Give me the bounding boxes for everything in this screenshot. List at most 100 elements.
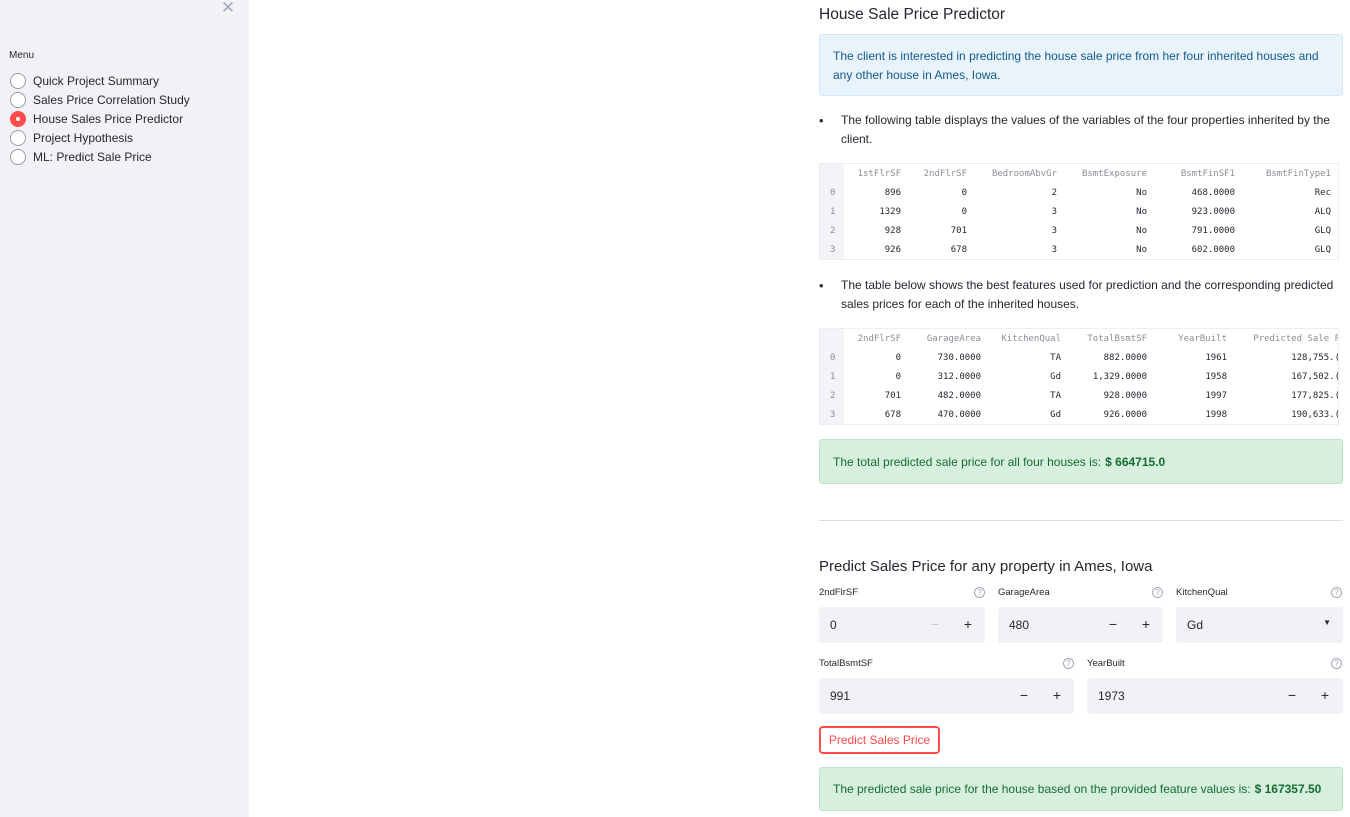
- column-header[interactable]: GarageArea: [910, 329, 990, 348]
- number-input-value[interactable]: 0: [830, 618, 837, 632]
- totalbsmtsf-number-input[interactable]: 991 − +: [819, 678, 1074, 714]
- column-header[interactable]: 1stFlrSF: [844, 164, 910, 183]
- number-input-value[interactable]: 991: [830, 689, 850, 703]
- 2ndflrsf-number-input[interactable]: 0 − +: [819, 607, 985, 643]
- table-cell: 926: [884, 244, 901, 255]
- table-cell: 882.0000: [1103, 352, 1147, 363]
- table-cell: 1329: [879, 206, 901, 217]
- row-index: 3: [820, 240, 844, 259]
- minus-icon[interactable]: −: [1017, 687, 1031, 703]
- table-cell: 678: [950, 244, 967, 255]
- number-input-value[interactable]: 480: [1009, 618, 1029, 632]
- prediction-result-text: The predicted sale price for the house b…: [833, 782, 1251, 796]
- menu-item-label: ML: Predict Sale Price: [33, 149, 152, 164]
- plus-icon[interactable]: +: [1318, 687, 1332, 703]
- close-icon[interactable]: ✕: [219, 0, 237, 18]
- table-cell: 730.0000: [937, 352, 981, 363]
- column-header[interactable]: TotalBsmtSF: [1070, 329, 1156, 348]
- table-cell: 678: [884, 409, 901, 420]
- bullet-text: The table below shows the best features …: [819, 276, 1343, 314]
- select-value[interactable]: Gd: [1187, 618, 1203, 632]
- table-header-row: 1stFlrSF 2ndFlrSF BedroomAbvGr BsmtExpos…: [820, 164, 1338, 183]
- menu-item-label: House Sales Price Predictor: [33, 111, 184, 126]
- kitchenqual-select[interactable]: Gd ▼: [1176, 607, 1343, 643]
- plus-icon[interactable]: +: [1050, 687, 1064, 703]
- table-cell: No: [1136, 244, 1147, 255]
- help-icon[interactable]: ?: [1152, 587, 1163, 598]
- table-header-row: 2ndFlrSF GarageArea KitchenQual TotalBsm…: [820, 329, 1338, 348]
- column-header[interactable]: BsmtExposure: [1066, 164, 1156, 183]
- table-cell: No: [1136, 206, 1147, 217]
- inherited-houses-table[interactable]: 1stFlrSF 2ndFlrSF BedroomAbvGr BsmtExpos…: [819, 163, 1339, 260]
- table-cell: GLQ: [1314, 225, 1331, 236]
- menu-item-quick-project-summary[interactable]: Quick Project Summary: [10, 71, 190, 90]
- column-header[interactable]: BsmtFinType1: [1244, 164, 1338, 183]
- bullet-text: The following table displays the values …: [819, 111, 1343, 149]
- info-box: The client is interested in predicting t…: [819, 34, 1343, 96]
- table-cell: 791.0000: [1191, 225, 1235, 236]
- table-cell: 1961: [1205, 352, 1227, 363]
- table-cell: Rec: [1314, 187, 1331, 198]
- row-index: 1: [820, 202, 844, 221]
- table-cell: Gd: [1050, 409, 1061, 420]
- row-index: 3: [820, 405, 844, 424]
- table-row: 3 926 678 3 No 602.0000 GLQ: [820, 240, 1338, 259]
- predictions-table[interactable]: 2ndFlrSF GarageArea KitchenQual TotalBsm…: [819, 328, 1339, 425]
- menu-item-ml-predict-sale-price[interactable]: ML: Predict Sale Price: [10, 147, 190, 166]
- column-header[interactable]: Predicted Sale P: [1236, 329, 1338, 348]
- table-cell: 1958: [1205, 371, 1227, 382]
- section-subheader: Predict Sales Price for any property in …: [819, 558, 1153, 575]
- table-cell: 701: [950, 225, 967, 236]
- table-cell: 896: [884, 187, 901, 198]
- help-icon[interactable]: ?: [974, 587, 985, 598]
- table-row: 2 928 701 3 No 791.0000 GLQ: [820, 221, 1338, 240]
- table-cell: 470.0000: [937, 409, 981, 420]
- total-prediction-value: $ 664715.0: [1105, 454, 1166, 469]
- table-cell: 3: [1051, 206, 1057, 217]
- table-cell: ALQ: [1314, 206, 1331, 217]
- radio-icon[interactable]: [10, 72, 26, 89]
- table-cell: 926.0000: [1103, 409, 1147, 420]
- plus-icon[interactable]: +: [1139, 616, 1153, 632]
- help-icon[interactable]: ?: [1331, 587, 1342, 598]
- predict-sales-price-button[interactable]: Predict Sales Price: [819, 726, 940, 754]
- yearbuilt-number-input[interactable]: 1973 − +: [1087, 678, 1343, 714]
- column-header[interactable]: 2ndFlrSF: [910, 164, 976, 183]
- column-header[interactable]: YearBuilt: [1156, 329, 1236, 348]
- table-cell: 928: [884, 225, 901, 236]
- page-title: House Sale Price Predictor: [819, 6, 1006, 23]
- menu-item-project-hypothesis[interactable]: Project Hypothesis: [10, 128, 190, 147]
- minus-icon[interactable]: −: [928, 616, 942, 632]
- table-cell: No: [1136, 225, 1147, 236]
- radio-selected-icon[interactable]: [10, 110, 26, 127]
- table-cell: 0: [961, 206, 967, 217]
- column-header[interactable]: 2ndFlrSF: [844, 329, 910, 348]
- plus-icon[interactable]: +: [961, 616, 975, 632]
- table-cell: 128,755.(: [1291, 352, 1339, 363]
- table-cell: 0: [961, 187, 967, 198]
- garagearea-number-input[interactable]: 480 − +: [998, 607, 1163, 643]
- help-icon[interactable]: ?: [1063, 658, 1074, 669]
- column-header[interactable]: KitchenQual: [990, 329, 1070, 348]
- chevron-down-icon[interactable]: ▼: [1323, 618, 1331, 627]
- minus-icon[interactable]: −: [1106, 616, 1120, 632]
- radio-icon[interactable]: [10, 129, 26, 146]
- column-header[interactable]: BedroomAbvGr: [976, 164, 1066, 183]
- menu-item-sales-price-correlation-study[interactable]: Sales Price Correlation Study: [10, 90, 190, 109]
- table-row: 0 0 730.0000 TA 882.0000 1961 128,755.(: [820, 348, 1339, 367]
- menu-item-label: Quick Project Summary: [33, 73, 160, 88]
- row-index: 2: [820, 386, 844, 405]
- field-label-yearbuilt: YearBuilt: [1087, 658, 1125, 669]
- table-cell: 167,502.(: [1291, 371, 1339, 382]
- radio-icon[interactable]: [10, 148, 26, 165]
- help-icon[interactable]: ?: [1331, 658, 1342, 669]
- table-cell: Gd: [1050, 371, 1061, 382]
- menu-item-house-sales-price-predictor[interactable]: House Sales Price Predictor: [10, 109, 190, 128]
- row-index: 0: [820, 183, 844, 202]
- number-input-value[interactable]: 1973: [1098, 689, 1125, 703]
- radio-icon[interactable]: [10, 91, 26, 108]
- minus-icon[interactable]: −: [1285, 687, 1299, 703]
- field-label-2ndflrsf: 2ndFlrSF: [819, 587, 859, 598]
- column-header[interactable]: BsmtFinSF1: [1156, 164, 1244, 183]
- prediction-result-alert: The predicted sale price for the house b…: [819, 767, 1343, 811]
